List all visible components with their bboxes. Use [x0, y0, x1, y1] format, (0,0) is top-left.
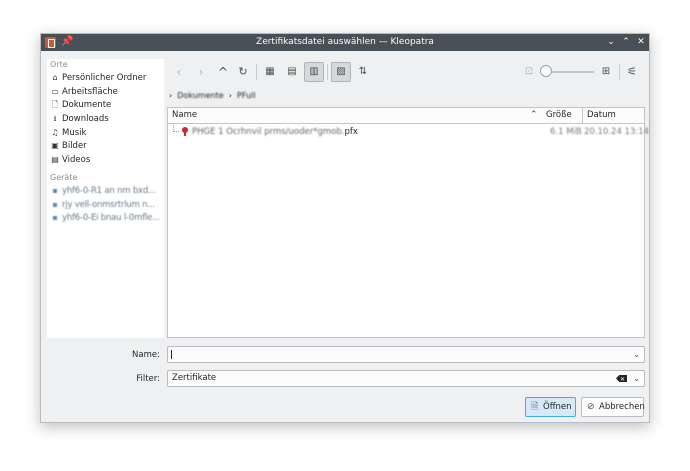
breadcrumb-separator-icon: › — [226, 91, 235, 100]
file-list[interactable]: Name ⌃ Größe Datum PHGE 1 Ocrhnvil prms/… — [167, 107, 649, 338]
file-row[interactable]: PHGE 1 Ocrhnvil prms/uoder*gmob.pfx 6.1 … — [168, 125, 649, 139]
file-size: 6.1 MiB — [550, 127, 582, 137]
places-item-home[interactable]: ⌂ Persönlicher Ordner — [47, 71, 164, 85]
parent-folder-chevron-up-icon[interactable]: ^ — [213, 62, 233, 82]
minimize-chevron-down-icon[interactable]: ⌄ — [604, 35, 618, 49]
column-header-date[interactable]: Datum — [582, 108, 644, 123]
toolbar-separator — [256, 64, 257, 80]
maximize-chevron-up-icon[interactable]: ⌃ — [619, 35, 633, 49]
options-sliders-icon[interactable]: ⚟ — [622, 62, 642, 82]
icon-view-icon[interactable]: ▦ — [260, 62, 280, 82]
text-cursor — [171, 350, 172, 359]
pictures-icon: ▣ — [51, 141, 59, 151]
filter-combobox[interactable]: Zertifikate ⌄ — [167, 370, 645, 387]
places-item-desktop[interactable]: ▭ Arbeitsfläche — [47, 85, 164, 99]
toolbar-separator — [619, 64, 620, 80]
column-header-size[interactable]: Größe — [542, 108, 582, 123]
sort-ascending-chevron-up-icon[interactable]: ⌃ — [530, 108, 538, 123]
name-label: Name: — [132, 350, 160, 360]
drive-icon: ▪ — [52, 199, 58, 209]
documents-icon: 🗋 — [51, 100, 59, 110]
drive-icon: ▪ — [52, 213, 58, 223]
breadcrumb-item-current[interactable]: PFull — [237, 91, 256, 100]
drive-icon: ▪ — [52, 185, 58, 195]
reload-icon[interactable]: ↻ — [233, 62, 253, 82]
cancel-icon: ⊘ — [587, 402, 595, 412]
places-device-1[interactable]: ▪ yhf6-0-R1 an nm bxd... — [47, 184, 164, 198]
detail-tree-view-icon[interactable]: ▥ — [304, 62, 324, 82]
places-device-2[interactable]: ▪ rjy vell-onmsrtrlum n... — [47, 198, 164, 212]
devices-section-header: Geräte — [50, 172, 78, 182]
file-name: PHGE 1 Ocrhnvil prms/uoder*gmob.pfx — [192, 127, 358, 137]
preview-image-icon[interactable]: ▨ — [331, 62, 351, 82]
places-panel: Orte ⌂ Persönlicher Ordner ▭ Arbeitsfläche… — [47, 59, 164, 338]
downloads-icon: ⭳ — [53, 114, 57, 124]
open-file-icon: 🗎 — [531, 402, 539, 412]
places-section-header: Orte — [50, 60, 68, 69]
cancel-button[interactable]: ⊘ Abbrechen — [581, 397, 645, 417]
places-item-downloads[interactable]: ⭳ Downloads — [47, 112, 164, 126]
filter-value: Zertifikate — [172, 373, 217, 383]
filter-label: Filter: — [136, 374, 160, 384]
close-icon[interactable]: ✕ — [634, 35, 648, 49]
videos-icon: ▤ — [51, 155, 59, 165]
breadcrumb: › Dokumente › PFull — [169, 91, 256, 103]
places-item-music[interactable]: ♫ Musik — [47, 126, 164, 140]
zoom-out-icon[interactable]: ⊡ — [519, 62, 539, 82]
window-title: Zertifikatsdatei auswählen — Kleopatra — [256, 37, 434, 47]
chevron-down-icon[interactable]: ⌄ — [633, 371, 640, 386]
places-item-pictures[interactable]: ▣ Bilder — [47, 139, 164, 153]
places-item-documents[interactable]: 🗋 Dokumente — [47, 98, 164, 112]
breadcrumb-item-documents[interactable]: Dokumente — [177, 91, 223, 100]
zoom-in-icon[interactable]: ⊞ — [596, 62, 616, 82]
toolbar-separator — [327, 64, 328, 80]
column-header-name[interactable]: Name — [168, 108, 541, 123]
certificate-file-icon — [182, 127, 188, 137]
file-date: 20.10.24 13:14 — [584, 127, 650, 137]
open-button[interactable]: 🗎 Öffnen — [525, 397, 576, 417]
file-dialog-window: 📌 Zertifikatsdatei auswählen — Kleopatra… — [40, 33, 650, 423]
compact-view-icon[interactable]: ▤ — [282, 62, 302, 82]
forward-chevron-right-icon[interactable]: › — [191, 62, 211, 82]
chevron-down-icon[interactable]: ⌄ — [633, 347, 640, 362]
sort-order-icon[interactable]: ⇅ — [353, 62, 373, 82]
toolbar: ‹ › ^ ↻ ▦ ▤ ▥ ▨ ⇅ ⊡ ⊞ ⚟ — [167, 61, 647, 85]
music-icon: ♫ — [51, 127, 59, 137]
clear-text-icon[interactable] — [616, 375, 627, 382]
tree-branch-line — [173, 125, 179, 132]
file-list-header: Name ⌃ Größe Datum — [168, 108, 644, 124]
file-name-input[interactable]: ⌄ — [167, 346, 645, 363]
desktop-icon: ▭ — [51, 86, 59, 96]
title-bar: 📌 Zertifikatsdatei auswählen — Kleopatra… — [41, 34, 649, 51]
zoom-slider-handle[interactable] — [540, 65, 552, 77]
back-chevron-left-icon[interactable]: ‹ — [169, 62, 189, 82]
breadcrumb-separator-icon: › — [169, 91, 175, 100]
home-icon: ⌂ — [52, 73, 58, 82]
places-device-3[interactable]: ▪ yhf6-0-Ei bnau l-0mfle... — [47, 211, 164, 225]
places-item-videos[interactable]: ▤ Videos — [47, 153, 164, 167]
